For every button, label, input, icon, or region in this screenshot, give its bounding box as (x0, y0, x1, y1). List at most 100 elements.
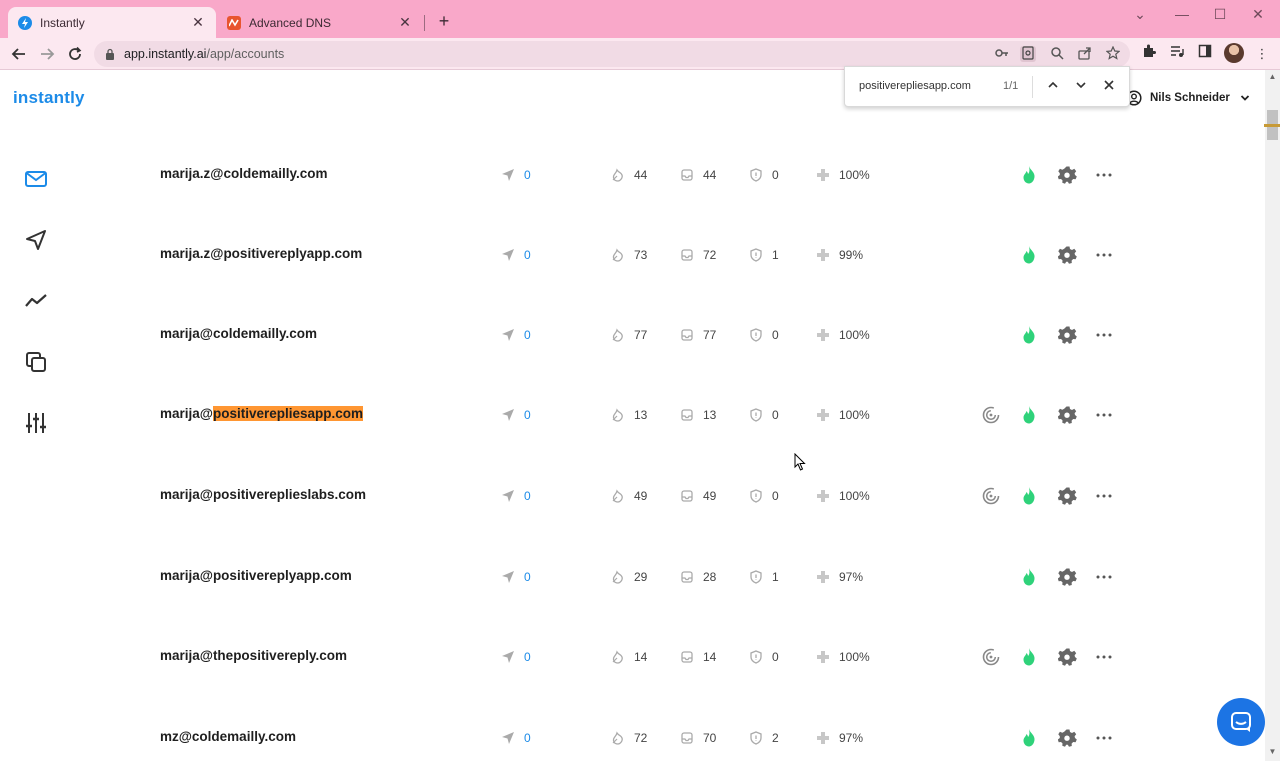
inbox-icon (681, 249, 693, 261)
maximize-icon[interactable]: ☐ (1210, 6, 1230, 23)
sent-value: 0 (524, 570, 531, 584)
find-close-icon[interactable] (1099, 77, 1119, 97)
more-options-icon[interactable] (1094, 165, 1114, 185)
profile-avatar[interactable] (1224, 43, 1244, 63)
tab-search-chevron-icon[interactable]: ⌄ (1130, 6, 1150, 23)
warmup-radar-icon[interactable] (981, 405, 1001, 425)
find-input[interactable]: positiverepliesapp.com (859, 80, 971, 92)
mouse-cursor-icon (794, 453, 806, 471)
account-email[interactable]: marija@coldemailly.com (160, 326, 317, 341)
gear-icon[interactable] (1058, 245, 1078, 265)
find-next-icon[interactable] (1071, 77, 1091, 97)
scroll-up-icon[interactable]: ▲ (1266, 72, 1279, 84)
account-email[interactable]: marija.z@positivereplyapp.com (160, 246, 362, 261)
send-icon (502, 329, 514, 341)
warmup-radar-icon[interactable] (981, 486, 1001, 506)
analytics-icon[interactable] (23, 288, 49, 314)
spam-stat: 0 (749, 325, 779, 345)
gear-icon[interactable] (1058, 165, 1078, 185)
spam-stat: 0 (749, 486, 779, 506)
account-row[interactable]: marija@thepositivereply.com 0 14 14 0 10… (0, 637, 1250, 677)
account-row[interactable]: marija.z@positivereplyapp.com 0 73 72 1 … (0, 235, 1250, 275)
gear-icon[interactable] (1058, 325, 1078, 345)
inbox-icon (681, 169, 693, 181)
health-plus-icon (817, 490, 829, 502)
flame-icon[interactable] (1019, 486, 1039, 506)
warmup-replies-stat: 77 (611, 325, 647, 345)
browser-menu-icon[interactable]: ⋮ (1252, 44, 1272, 64)
flame-icon[interactable] (1019, 325, 1039, 345)
key-icon[interactable] (994, 46, 1010, 62)
find-in-page-icon[interactable] (1020, 46, 1036, 62)
tab-instantly[interactable]: Instantly ✕ (8, 7, 216, 38)
account-row[interactable]: marija.z@coldemailly.com 0 44 44 0 100% (0, 155, 1250, 195)
new-tab-icon[interactable]: + (434, 11, 454, 32)
zoom-icon[interactable] (1049, 46, 1065, 62)
more-options-icon[interactable] (1094, 647, 1114, 667)
more-options-icon[interactable] (1094, 325, 1114, 345)
side-panel-icon[interactable] (1195, 44, 1215, 64)
find-previous-icon[interactable] (1043, 77, 1063, 97)
account-row[interactable]: marija@positiverepliesapp.com 0 13 13 0 … (0, 395, 1250, 435)
inbox-icon (681, 732, 693, 744)
fire-outline-icon (612, 650, 623, 664)
more-options-icon[interactable] (1094, 486, 1114, 506)
warmup-radar-icon[interactable] (981, 647, 1001, 667)
flame-icon[interactable] (1019, 567, 1039, 587)
reload-icon[interactable] (64, 43, 86, 65)
account-email[interactable]: mz@coldemailly.com (160, 729, 296, 744)
gear-icon[interactable] (1058, 567, 1078, 587)
forward-icon[interactable] (36, 43, 58, 65)
bookmark-star-icon[interactable] (1105, 45, 1121, 62)
page-scrollbar[interactable] (1265, 70, 1280, 761)
gear-icon[interactable] (1058, 405, 1078, 425)
flame-icon[interactable] (1019, 405, 1039, 425)
health-plus-icon (817, 651, 829, 663)
account-email[interactable]: marija@thepositivereply.com (160, 648, 347, 663)
email-text: marija@coldemailly.com (160, 326, 317, 341)
flame-icon[interactable] (1019, 165, 1039, 185)
account-email[interactable]: marija@positivereplyapp.com (160, 568, 352, 583)
back-icon[interactable] (8, 43, 30, 65)
more-options-icon[interactable] (1094, 245, 1114, 265)
app-logo[interactable]: instantly (13, 88, 85, 108)
media-queue-icon[interactable] (1167, 44, 1187, 64)
gear-icon[interactable] (1058, 647, 1078, 667)
find-bar: positiverepliesapp.com 1/1 (844, 66, 1130, 107)
account-row[interactable]: marija@positivereplyapp.com 0 29 28 1 97… (0, 557, 1250, 597)
account-row[interactable]: marija@coldemailly.com 0 77 77 0 100% (0, 315, 1250, 355)
minimize-icon[interactable]: — (1172, 6, 1192, 22)
replies-value: 13 (634, 408, 648, 422)
support-chat-button[interactable] (1217, 698, 1265, 746)
close-tab-icon[interactable]: ✕ (397, 14, 413, 31)
user-menu[interactable]: Nils Schneider (1126, 90, 1250, 106)
flame-icon[interactable] (1019, 245, 1039, 265)
flame-icon[interactable] (1019, 647, 1039, 667)
close-tab-icon[interactable]: ✕ (190, 14, 206, 31)
sent-value: 0 (524, 328, 531, 342)
warmup-replies-stat: 72 (611, 728, 647, 748)
tab-advanced-dns[interactable]: Advanced DNS ✕ (217, 7, 423, 38)
url-host: app.instantly.ai (124, 47, 207, 61)
scroll-down-icon[interactable]: ▼ (1266, 747, 1279, 759)
more-options-icon[interactable] (1094, 728, 1114, 748)
spam-stat: 0 (749, 165, 779, 185)
email-text: marija@positivereplyapp.com (160, 568, 352, 583)
shield-icon (750, 650, 762, 664)
share-icon[interactable] (1077, 46, 1093, 62)
more-options-icon[interactable] (1094, 405, 1114, 425)
flame-icon[interactable] (1019, 728, 1039, 748)
account-row[interactable]: marija@positivereplieslabs.com 0 49 49 0… (0, 476, 1250, 516)
account-email[interactable]: marija.z@coldemailly.com (160, 166, 327, 181)
account-email[interactable]: marija@positivereplieslabs.com (160, 487, 366, 502)
gear-icon[interactable] (1058, 728, 1078, 748)
account-row[interactable]: mz@coldemailly.com 0 72 70 2 97% (0, 718, 1250, 758)
more-options-icon[interactable] (1094, 567, 1114, 587)
shield-icon (750, 248, 762, 262)
gear-icon[interactable] (1058, 486, 1078, 506)
health-value: 100% (839, 168, 870, 182)
account-email[interactable]: marija@positiverepliesapp.com (160, 406, 364, 421)
extensions-icon[interactable] (1139, 44, 1159, 64)
address-bar[interactable]: app.instantly.ai/app/accounts (94, 41, 1130, 67)
close-window-icon[interactable]: ✕ (1248, 6, 1268, 23)
